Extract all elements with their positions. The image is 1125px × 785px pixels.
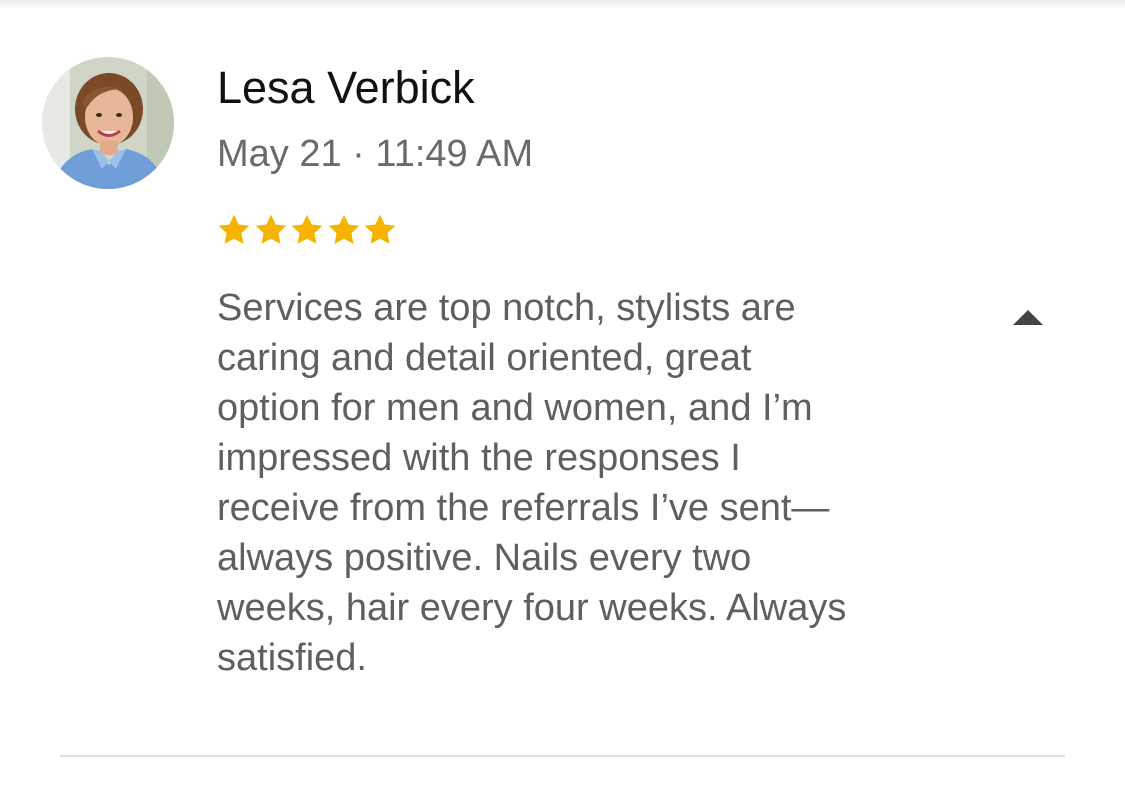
star-rating	[216, 208, 399, 252]
collapse-review-button[interactable]	[1006, 301, 1050, 333]
star-icon	[218, 214, 250, 244]
review-card: Lesa Verbick May 21 · 11:49 AM Services …	[0, 0, 1125, 785]
review-body-text: Services are top notch, stylists are car…	[217, 287, 847, 679]
reviewer-name[interactable]: Lesa Verbick	[217, 62, 475, 114]
divider	[60, 755, 1065, 757]
star-icon	[328, 214, 359, 244]
star-icon	[291, 214, 323, 244]
review-date-time: May 21 · 11:49 AM	[217, 133, 534, 175]
star-icon	[255, 214, 286, 244]
caret-up-icon	[1013, 310, 1043, 325]
star-icon	[364, 214, 396, 244]
avatar[interactable]	[42, 57, 174, 189]
avatar-photo	[42, 57, 174, 189]
